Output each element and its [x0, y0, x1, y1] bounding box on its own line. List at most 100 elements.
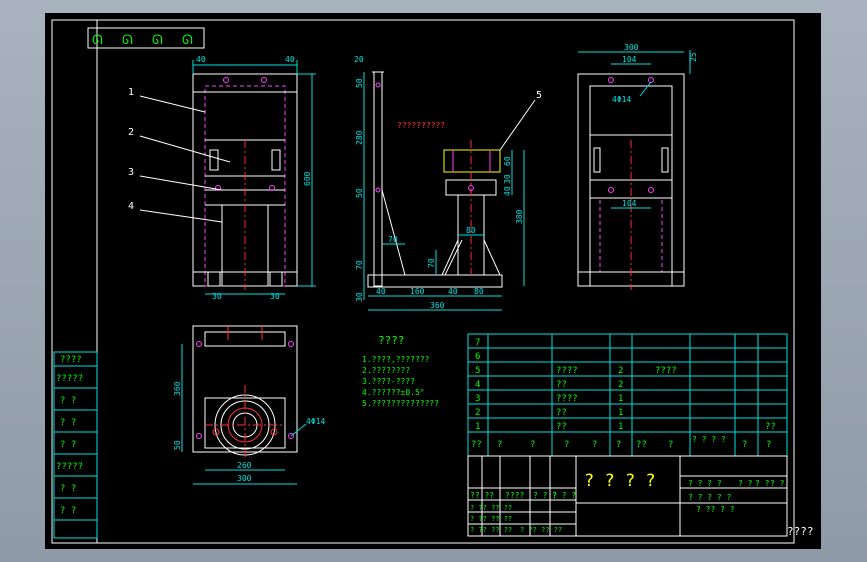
strip-cell-2: ????? — [56, 374, 83, 384]
notes-title: ???? — [378, 334, 405, 347]
right-dim-inner-mid: 104 — [622, 199, 637, 208]
side-dim-v30b: 30 — [503, 174, 512, 184]
strip-cell-6: ????? — [56, 462, 83, 472]
side-dim-h40a: 40 — [376, 287, 386, 296]
front-dim-bottom-right: 30 — [270, 292, 280, 301]
tb-row-4: ? ?? ?? ?? — [520, 526, 562, 534]
side-dim-v50b: 50 — [355, 188, 364, 198]
bom-qty-3: 1 — [618, 394, 623, 404]
callout-1: 1 — [128, 87, 134, 98]
bom-h-8: ? — [668, 440, 673, 450]
bom-h-11: ? — [766, 440, 771, 450]
bom-name-4: ?? — [556, 380, 567, 390]
side-dim-h80b: 80 — [474, 287, 484, 296]
bom-h-2: ? — [497, 440, 502, 450]
front-dim-bottom-left: 30 — [212, 292, 222, 301]
tb-right-5: ? ? ? ? ? — [688, 493, 732, 502]
bom-qty-4: 2 — [618, 380, 623, 390]
top-dim-outer: 300 — [237, 474, 252, 483]
tb-left-1: ?? ?? — [470, 491, 494, 500]
tb-right-3: ? ? — [755, 479, 770, 488]
bom-no-6: 6 — [475, 352, 480, 362]
front-dim-top-left: 40 — [196, 55, 206, 64]
corner-mark-1: ᘏ — [92, 33, 103, 48]
notes-item-5: 5.?????????????? — [362, 399, 439, 408]
bom-no-4: 4 — [475, 380, 480, 390]
tb-row-2: ? ?? ?? ?? — [470, 515, 512, 523]
side-dim-h160: 160 — [410, 287, 425, 296]
sheet-background — [45, 13, 821, 549]
bom-name-5: ???? — [556, 366, 578, 376]
callout-5: 5 — [536, 90, 542, 101]
callout-2: 2 — [128, 127, 134, 138]
right-hole-note: 4Φ14 — [612, 95, 631, 104]
bom-no-5: 5 — [475, 366, 480, 376]
front-dim-top-right: 40 — [285, 55, 295, 64]
front-dim-height: 600 — [303, 171, 312, 186]
bom-h-1: ?? — [471, 440, 482, 450]
notes-item-1: 1.????,??????? — [362, 355, 430, 364]
bom-qty-1: 1 — [618, 422, 623, 432]
notes-item-3: 3.????-???? — [362, 377, 415, 386]
bottom-right-label: ???? — [787, 525, 814, 538]
bom-no-2: 2 — [475, 408, 480, 418]
side-dim-v50a: 50 — [355, 78, 364, 88]
bom-mat-5: ???? — [655, 366, 677, 376]
side-dim-v70b: 70 — [427, 258, 436, 268]
side-dim-v30: 30 — [355, 292, 364, 302]
bom-h-6: ? — [616, 440, 621, 450]
side-dim-v60: 60 — [503, 156, 512, 166]
bom-no-1: 1 — [475, 422, 480, 432]
bom-h-4: ? — [564, 440, 569, 450]
bom-note-1: ?? — [765, 422, 776, 432]
side-dim-h360: 360 — [430, 301, 445, 310]
side-dim-h70: 70 — [388, 235, 398, 244]
side-dim-top: 20 — [354, 55, 364, 64]
corner-mark-3: ᘏ — [152, 33, 163, 48]
strip-cell-8: ? ? — [60, 506, 76, 516]
side-dim-h80: 80 — [466, 226, 476, 235]
corner-mark-4: ᘏ — [182, 33, 193, 48]
bom-no-7: 7 — [475, 338, 480, 348]
notes-item-2: 2.???????? — [362, 366, 410, 375]
bom-name-3: ???? — [556, 394, 578, 404]
bom-name-2: ?? — [556, 408, 567, 418]
side-note: ?????????? — [397, 121, 445, 130]
cad-viewport[interactable]: ᘏ ᘏ ᘏ ᘏ 40 40 600 30 30 1 2 3 4 20 50 28… — [0, 0, 867, 562]
side-dim-h40b: 40 — [448, 287, 458, 296]
top-dim-left: 360 — [173, 381, 182, 396]
strip-cell-3: ? ? — [60, 396, 76, 406]
strip-cell-5: ? ? — [60, 440, 76, 450]
callout-3: 3 — [128, 167, 134, 178]
bom-name-1: ?? — [556, 422, 567, 432]
top-dim-inner: 260 — [237, 461, 252, 470]
right-dim-inner-top: 104 — [622, 55, 637, 64]
bom-h-5: ? — [592, 440, 597, 450]
bom-h-3: ? — [530, 440, 535, 450]
bom-qty-2: 1 — [618, 408, 623, 418]
bom-qty-5: 2 — [618, 366, 623, 376]
strip-cell-7: ? ? — [60, 484, 76, 494]
callout-4: 4 — [128, 201, 134, 212]
tb-left-2: ???? — [505, 491, 524, 500]
bom-h-10: ? — [742, 440, 747, 450]
side-dim-v70: 70 — [355, 260, 364, 270]
strip-cell-4: ? ? — [60, 418, 76, 428]
drawing-canvas[interactable]: ᘏ ᘏ ᘏ ᘏ 40 40 600 30 30 1 2 3 4 20 50 28… — [0, 0, 867, 562]
right-dim-top: 300 — [624, 43, 639, 52]
tb-right-4: ? ? — [770, 479, 785, 488]
tb-row-1: ? ?? ?? ?? — [470, 504, 512, 512]
side-dim-v40: 40 — [503, 186, 512, 196]
side-dim-v380: 380 — [515, 209, 524, 224]
bom-h-7: ?? — [636, 440, 647, 450]
notes-item-4: 4.??????±0.5° — [362, 388, 425, 397]
strip-cell-1: ???? — [60, 355, 82, 365]
tb-right-1: ? ? ? ? — [688, 479, 722, 488]
top-hole-note: 4Φ14 — [306, 417, 325, 426]
tb-right-2: ? ? — [738, 479, 753, 488]
top-dim-left-small: 50 — [173, 440, 182, 450]
right-dim-corner: 25 — [689, 52, 698, 62]
tb-left-4: ? ? ? — [552, 491, 576, 500]
tb-right-6: ? ?? ? ? — [696, 505, 735, 514]
tb-row-3: ? ?? ?? ?? — [470, 526, 512, 534]
